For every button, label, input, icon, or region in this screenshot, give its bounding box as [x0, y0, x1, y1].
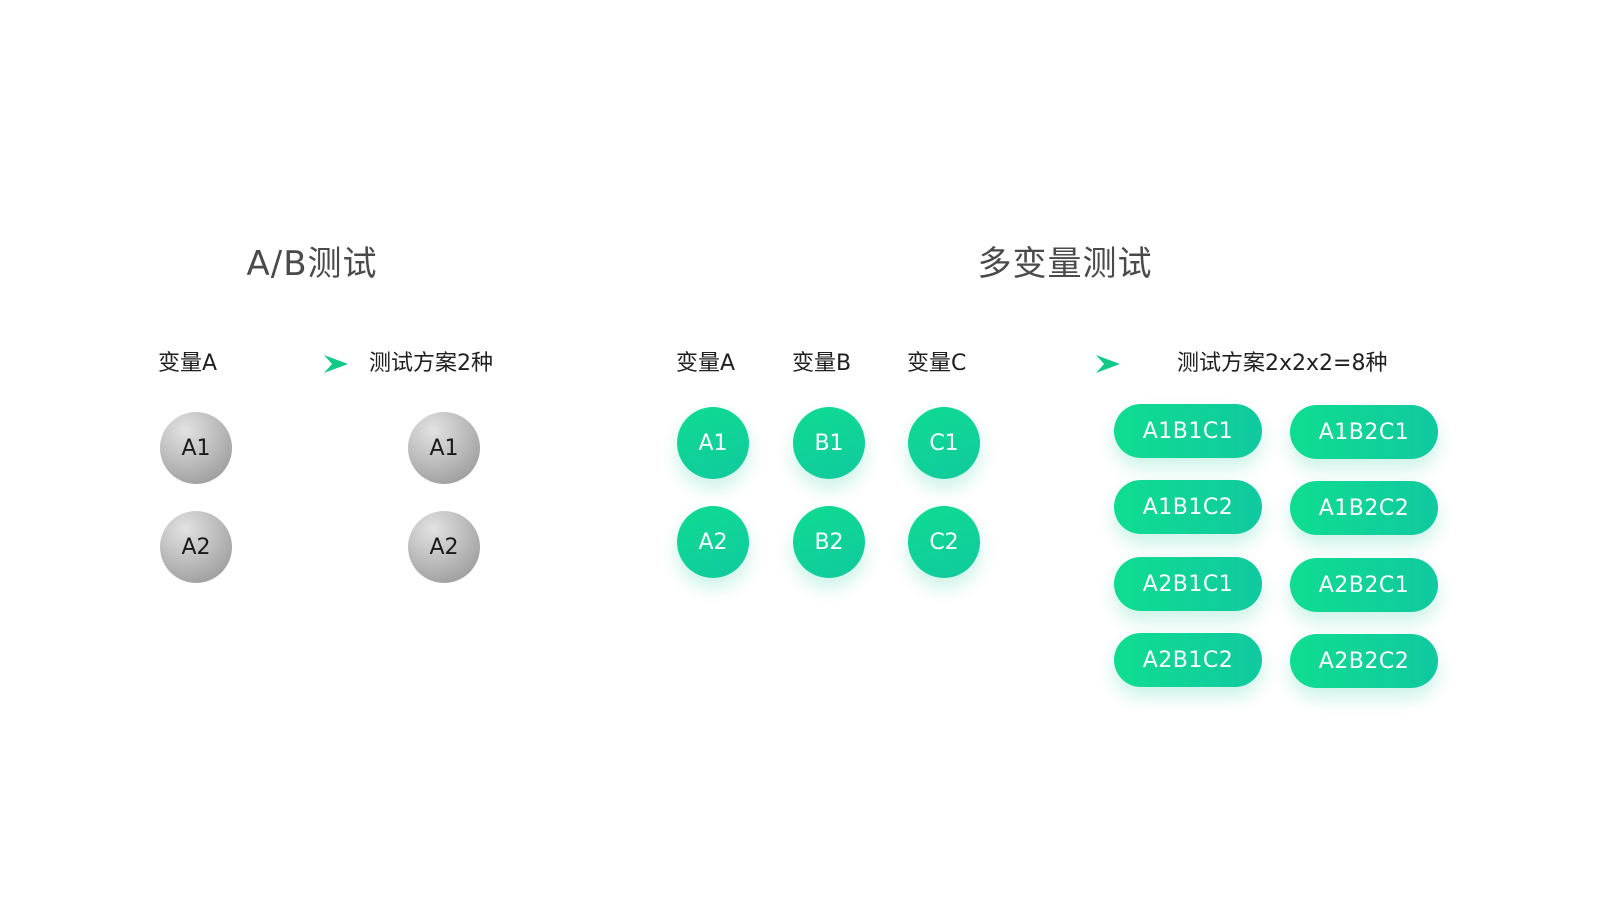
- combination-pill: A1B2C2: [1290, 481, 1438, 535]
- multi-variable-b-label: 变量B: [792, 351, 852, 376]
- multi-value-a2: A2: [677, 506, 749, 578]
- ab-arrow-icon: [244, 355, 348, 373]
- ab-result-label: 测试方案2种: [369, 351, 493, 376]
- combination-pill: A2B1C2: [1114, 633, 1262, 687]
- multi-arrow-icon: [1016, 355, 1120, 373]
- multi-variable-a-label: 变量A: [676, 351, 736, 376]
- ab-test-title: A/B测试: [246, 244, 378, 284]
- combination-pill: A1B2C1: [1290, 405, 1438, 459]
- multi-variable-c-label: 变量C: [907, 351, 967, 376]
- multi-value-c1: C1: [908, 407, 980, 479]
- ab-result-value-a1: A1: [408, 412, 480, 484]
- ab-variable-value-a1: A1: [160, 412, 232, 484]
- combination-pill: A2B2C2: [1290, 634, 1438, 688]
- ab-variable-a-label: 变量A: [158, 351, 218, 376]
- multi-value-b1: B1: [793, 407, 865, 479]
- combination-pill: A2B2C1: [1290, 558, 1438, 612]
- ab-variable-value-a2: A2: [160, 511, 232, 583]
- ab-result-value-a2: A2: [408, 511, 480, 583]
- multi-value-c2: C2: [908, 506, 980, 578]
- combination-pill: A2B1C1: [1114, 557, 1262, 611]
- combination-pill: A1B1C1: [1114, 404, 1262, 458]
- multi-value-b2: B2: [793, 506, 865, 578]
- multi-test-title: 多变量测试: [977, 244, 1153, 284]
- multi-value-a1: A1: [677, 407, 749, 479]
- combination-pill: A1B1C2: [1114, 480, 1262, 534]
- multi-result-label: 测试方案2x2x2=8种: [1177, 351, 1388, 376]
